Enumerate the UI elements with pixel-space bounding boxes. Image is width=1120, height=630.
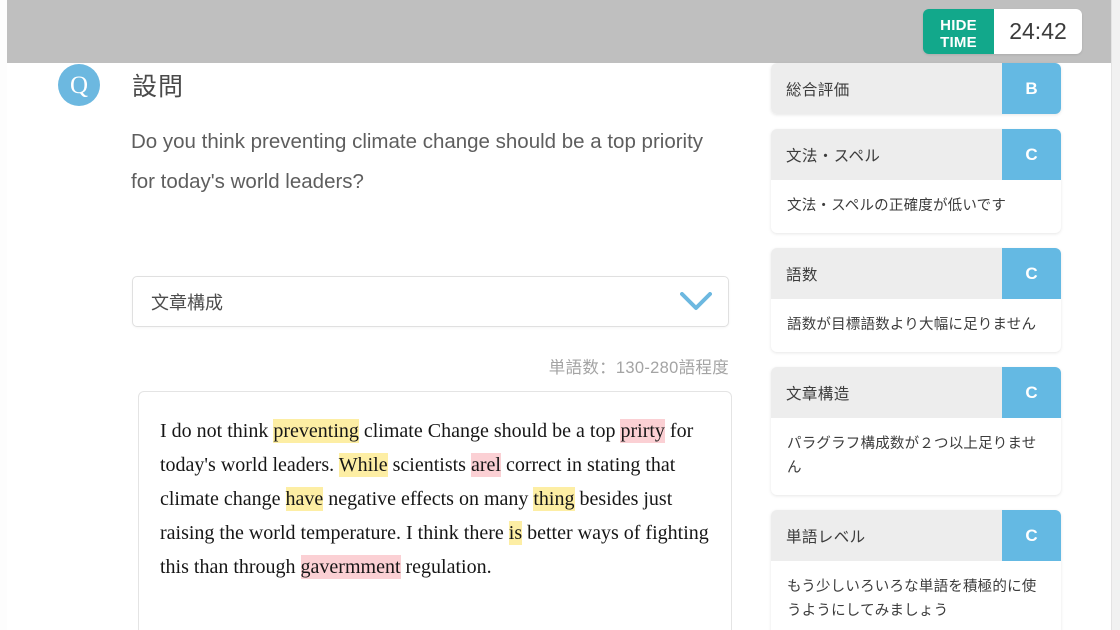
evaluation-grade-badge: C: [1002, 129, 1061, 180]
page-scrollbar[interactable]: [1111, 0, 1120, 630]
evaluation-card[interactable]: 総合評価 B: [771, 63, 1061, 114]
question-panel: Q 設問 Do you think preventing climate cha…: [7, 63, 763, 630]
question-header: Q 設問: [58, 64, 184, 106]
criteria-select-value: 文章構成: [151, 292, 223, 313]
essay-highlight-spelling[interactable]: gavermment: [300, 555, 401, 579]
hide-time-label-line1: HIDE: [940, 17, 977, 34]
word-count-guide: 単語数：130-280語程度: [548, 359, 729, 377]
essay-highlight-grammar[interactable]: While: [338, 453, 388, 477]
hide-time-button[interactable]: HIDE TIME: [923, 9, 994, 54]
essay-text-run: I do not think: [160, 420, 274, 442]
evaluation-card-header: 語数 C: [771, 248, 1061, 299]
evaluation-card-header: 文法・スペル C: [771, 129, 1061, 180]
essay-highlight-grammar[interactable]: thing: [533, 487, 575, 511]
chevron-down-icon[interactable]: [680, 292, 712, 311]
evaluation-grade-badge: C: [1002, 248, 1061, 299]
evaluation-card-title: 文法・スペル: [786, 147, 881, 165]
criteria-select[interactable]: 文章構成: [132, 276, 729, 327]
essay-text-run: scientists: [387, 454, 471, 476]
evaluation-grade-badge: B: [1002, 63, 1061, 114]
evaluation-grade-badge: C: [1002, 510, 1061, 561]
evaluation-card-comment: もう少しいろいろな単語を積極的に使うようにしてみましょう: [787, 579, 1037, 619]
evaluation-panel: 総合評価 B 文法・スペル C 文法・スペルの正確度が低いです 語数 C 語数が目標語数より大…: [771, 63, 1061, 630]
evaluation-card-comment: パラグラフ構成数が２つ以上足りません: [787, 436, 1037, 476]
essay-text-run: negative effects on many: [323, 488, 534, 510]
essay-highlight-grammar[interactable]: have: [285, 487, 324, 511]
evaluation-grade-badge: C: [1002, 367, 1061, 418]
evaluation-card[interactable]: 単語レベル C もう少しいろいろな単語を積極的に使うようにしてみましょう: [771, 510, 1061, 630]
evaluation-card-comment: 語数が目標語数より大幅に足りません: [787, 317, 1037, 333]
essay-text-run: climate Change should be a top: [358, 420, 621, 442]
evaluation-card-title: 単語レベル: [786, 528, 866, 546]
essay-scoring-screen: HIDE TIME 24:42 Q 設問 Do you think preven…: [0, 0, 1120, 630]
question-badge-icon: Q: [58, 64, 100, 106]
evaluation-card-header: 単語レベル C: [771, 510, 1061, 561]
essay-highlight-grammar[interactable]: is: [508, 521, 523, 545]
question-prompt: Do you think preventing climate change s…: [131, 130, 704, 193]
essay-answer-text: I do not think preventing climate Change…: [160, 414, 710, 584]
evaluation-card-title: 総合評価: [786, 81, 850, 99]
essay-highlight-spelling[interactable]: prirty: [620, 419, 665, 443]
essay-text-run: regulation.: [400, 556, 492, 578]
evaluation-card[interactable]: 語数 C 語数が目標語数より大幅に足りません: [771, 248, 1061, 352]
essay-highlight-grammar[interactable]: preventing: [273, 419, 359, 443]
evaluation-card-title: 語数: [786, 266, 818, 284]
page-title: 設問: [132, 73, 185, 101]
evaluation-card[interactable]: 文章構造 C パラグラフ構成数が２つ以上足りません: [771, 367, 1061, 495]
timer-remaining: 24:42: [994, 9, 1082, 54]
top-bar: HIDE TIME 24:42: [7, 0, 1111, 63]
evaluation-card-title: 文章構造: [786, 385, 850, 403]
evaluation-card[interactable]: 文法・スペル C 文法・スペルの正確度が低いです: [771, 129, 1061, 233]
timer-widget: HIDE TIME 24:42: [923, 9, 1082, 54]
essay-highlight-spelling[interactable]: arel: [470, 453, 501, 477]
evaluation-card-comment: 文法・スペルの正確度が低いです: [787, 198, 1007, 214]
essay-answer-box[interactable]: I do not think preventing climate Change…: [138, 391, 732, 630]
hide-time-label-line2: TIME: [940, 34, 977, 51]
evaluation-card-header: 文章構造 C: [771, 367, 1061, 418]
evaluation-card-header: 総合評価 B: [771, 63, 1061, 114]
left-page-edge: [0, 0, 7, 630]
